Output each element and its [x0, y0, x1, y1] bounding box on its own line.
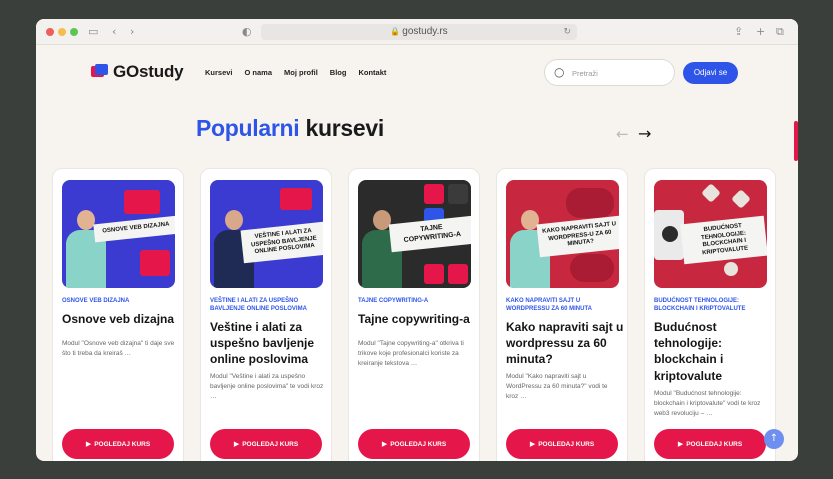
view-course-label: POGLEDAJ KURS	[242, 441, 299, 448]
play-icon: ▶	[677, 440, 684, 448]
close-window-button[interactable]	[46, 28, 54, 36]
course-description: Modul "Budućnost tehnologije: blockchain…	[654, 390, 761, 417]
course-card[interactable]: KAKO NAPRAVITI SAJT U WORDPRESS-U ZA 60 …	[496, 168, 628, 461]
view-course-button[interactable]: ▶ POGLEDAJ KURS	[506, 429, 618, 459]
play-icon: ▶	[233, 440, 240, 448]
course-carousel: OSNOVE VEB DIZAJNA OSNOVE VEB DIZAJNA Os…	[52, 168, 792, 461]
course-description: Modul "Tajne copywriting-a" otkriva ti t…	[358, 340, 464, 367]
course-description: Modul "Veštine i alati za uspešno bavlje…	[210, 373, 324, 400]
course-thumbnail: VEŠTINE I ALATI ZA USPEŠNO BAVLJENJE ONL…	[210, 180, 323, 288]
nav-item-moj-profil[interactable]: Moj profil	[284, 68, 318, 77]
view-course-button[interactable]: ▶ POGLEDAJ KURS	[654, 429, 766, 459]
maximize-window-button[interactable]	[70, 28, 78, 36]
section-title: Popularni kursevi	[196, 115, 384, 142]
course-card[interactable]: VEŠTINE I ALATI ZA USPEŠNO BAVLJENJE ONL…	[200, 168, 332, 461]
browser-toolbar: ▭ ‹ › ◐ 🔒 gostudy.rs ↻ ⇪ + ⧉	[36, 19, 798, 45]
view-course-button[interactable]: ▶ POGLEDAJ KURS	[62, 429, 174, 459]
forward-icon[interactable]: ›	[130, 24, 134, 40]
search-input[interactable]: ○ Pretraži	[544, 59, 675, 86]
course-thumbnail: BUDUĆNOST TEHNOLOGIJE: BLOCKCHAIN I KRIP…	[654, 180, 767, 288]
view-course-label: POGLEDAJ KURS	[538, 441, 595, 448]
nav-item-o-nama[interactable]: O nama	[245, 68, 273, 77]
course-category: VEŠTINE I ALATI ZA USPEŠNO BAVLJENJE ONL…	[210, 298, 307, 313]
minimize-window-button[interactable]	[58, 28, 66, 36]
scroll-to-top-button[interactable]: ↑	[764, 429, 784, 449]
nav-item-kontakt[interactable]: Kontakt	[358, 68, 386, 77]
sidebar-icon[interactable]: ▭	[88, 24, 98, 40]
share-icon[interactable]: ⇪	[734, 24, 743, 40]
view-course-button[interactable]: ▶ POGLEDAJ KURS	[358, 429, 470, 459]
play-icon: ▶	[381, 440, 388, 448]
logout-button[interactable]: Odjavi se	[683, 62, 738, 84]
view-course-label: POGLEDAJ KURS	[390, 441, 447, 448]
reload-icon[interactable]: ↻	[563, 24, 571, 40]
course-thumbnail: OSNOVE VEB DIZAJNA	[62, 180, 175, 288]
url-text: gostudy.rs	[402, 26, 448, 37]
course-title[interactable]: Veštine i alati za uspešno bavljenje onl…	[210, 319, 328, 368]
site-logo[interactable]: GOstudy	[91, 62, 184, 82]
course-category: BUDUĆNOST TEHNOLOGIJE: BLOCKCHAIN I KRIP…	[654, 298, 746, 313]
thumbnail-banner: BUDUĆNOST TEHNOLOGIJE: BLOCKCHAIN I KRIP…	[680, 215, 767, 265]
course-description: Modul "Osnove veb dizajna" ti daje sve š…	[62, 340, 175, 357]
course-title[interactable]: Osnove veb dizajna	[62, 311, 180, 327]
play-icon: ▶	[85, 440, 92, 448]
arrow-up-icon: ↑	[769, 433, 779, 444]
logo-icon	[91, 64, 109, 80]
view-course-button[interactable]: ▶ POGLEDAJ KURS	[210, 429, 322, 459]
course-category: KAKO NAPRAVITI SAJT U WORDPRESSU ZA 60 M…	[506, 298, 593, 313]
course-category: TAJNE COPYWRITING-A	[358, 298, 429, 304]
logo-text: GOstudy	[113, 62, 184, 81]
section-title-highlight: Popularni	[196, 115, 300, 141]
nav-item-blog[interactable]: Blog	[330, 68, 347, 77]
nav-item-kursevi[interactable]: Kursevi	[205, 68, 233, 77]
carousel-next-icon[interactable]: →	[638, 124, 651, 143]
course-card[interactable]: TAJNE COPYWRITING-A TAJNE COPYWRITING-A …	[348, 168, 480, 461]
new-tab-icon[interactable]: +	[756, 24, 765, 40]
course-thumbnail: TAJNE COPYWRITING-A	[358, 180, 471, 288]
main-nav: Kursevi O nama Moj profil Blog Kontakt	[205, 68, 386, 77]
course-category: OSNOVE VEB DIZAJNA	[62, 298, 130, 304]
tabs-icon[interactable]: ⧉	[776, 24, 784, 40]
lock-icon: 🔒	[390, 27, 401, 36]
shield-icon[interactable]: ◐	[242, 24, 252, 40]
section-title-rest: kursevi	[299, 115, 384, 141]
view-course-label: POGLEDAJ KURS	[94, 441, 151, 448]
search-icon: ○	[554, 65, 565, 79]
address-bar[interactable]: 🔒 gostudy.rs ↻	[261, 24, 577, 40]
course-title[interactable]: Budućnost tehnologije: blockchain i krip…	[654, 319, 772, 384]
course-description: Modul "Kako napraviti sajt u WordPressu …	[506, 373, 608, 400]
browser-window: ▭ ‹ › ◐ 🔒 gostudy.rs ↻ ⇪ + ⧉ GOstudy Kurs…	[36, 19, 798, 461]
scroll-indicator[interactable]	[794, 121, 798, 161]
back-icon[interactable]: ‹	[112, 24, 116, 40]
search-placeholder: Pretraži	[572, 69, 598, 78]
carousel-prev-icon[interactable]: ←	[616, 125, 629, 143]
play-icon: ▶	[529, 440, 536, 448]
course-card[interactable]: BUDUĆNOST TEHNOLOGIJE: BLOCKCHAIN I KRIP…	[644, 168, 776, 461]
course-thumbnail: KAKO NAPRAVITI SAJT U WORDPRESS-U ZA 60 …	[506, 180, 619, 288]
instructor-photo	[66, 210, 106, 288]
course-card[interactable]: OSNOVE VEB DIZAJNA OSNOVE VEB DIZAJNA Os…	[52, 168, 184, 461]
view-course-label: POGLEDAJ KURS	[686, 441, 743, 448]
course-title[interactable]: Kako napraviti sajt u wordpressu za 60 m…	[506, 319, 624, 368]
page-content: GOstudy Kursevi O nama Moj profil Blog K…	[36, 45, 798, 461]
course-title[interactable]: Tajne copywriting-a	[358, 311, 476, 327]
